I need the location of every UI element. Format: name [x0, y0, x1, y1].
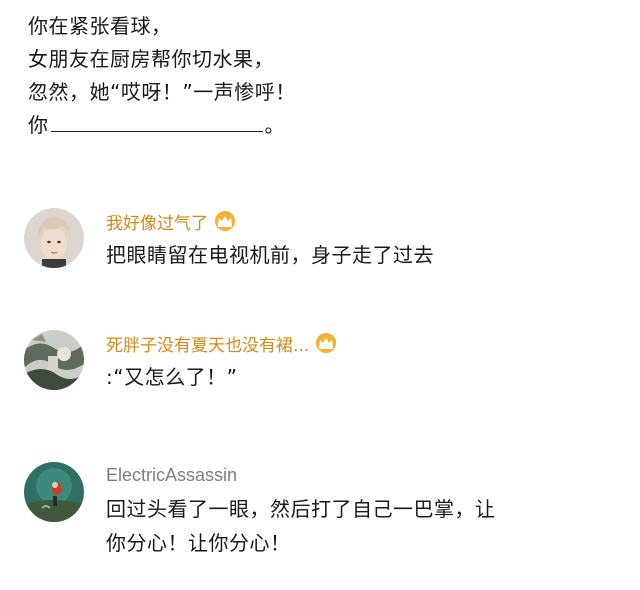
comment-text-line: 你分心！让你分心！	[106, 531, 291, 555]
comment-text-line: 回过头看了一眼，然后打了自己一巴掌，让	[106, 497, 496, 521]
post-prompt-line: 你。	[28, 109, 618, 142]
fill-in-blank	[50, 113, 263, 132]
comment-text: 把眼睛留在电视机前，身子走了过去	[106, 243, 434, 267]
comment-username[interactable]: ElectricAssassin	[106, 465, 237, 486]
username-row: 我好像过气了	[106, 208, 616, 234]
username-row: ElectricAssassin	[106, 462, 616, 488]
comment-text: :“又怎么了！”	[106, 365, 238, 389]
post-line: 你在紧张看球，	[28, 14, 172, 38]
comment-username[interactable]: 我好像过气了	[106, 209, 208, 234]
avatar[interactable]	[24, 462, 84, 522]
comment-username[interactable]: 死胖子没有夏天也没有裙...	[106, 331, 309, 356]
crown-badge-icon	[316, 333, 337, 353]
comment-text: 回过头看了一眼，然后打了自己一巴掌，让 你分心！让你分心！	[106, 492, 616, 560]
prompt-suffix: 。	[264, 113, 285, 137]
post-line: 女朋友在厨房帮你切水果，	[28, 47, 274, 71]
comment-body: 死胖子没有夏天也没有裙... :“又怎么了！”	[106, 330, 616, 394]
post-line: 忽然，她“哎呀！”一声惨呼！	[28, 80, 296, 104]
avatar[interactable]	[24, 208, 84, 268]
prompt-prefix: 你	[28, 113, 49, 137]
crown-badge-icon	[215, 211, 235, 231]
avatar[interactable]	[24, 330, 84, 390]
comment-body: 我好像过气了 把眼睛留在电视机前，身子走了过去	[106, 208, 616, 272]
comment-body: ElectricAssassin 回过头看了一眼，然后打了自己一巴掌，让 你分心…	[106, 462, 616, 560]
username-row: 死胖子没有夏天也没有裙...	[106, 330, 616, 356]
post-content: 你在紧张看球， 女朋友在厨房帮你切水果， 忽然，她“哎呀！”一声惨呼！ 你。	[28, 10, 618, 142]
